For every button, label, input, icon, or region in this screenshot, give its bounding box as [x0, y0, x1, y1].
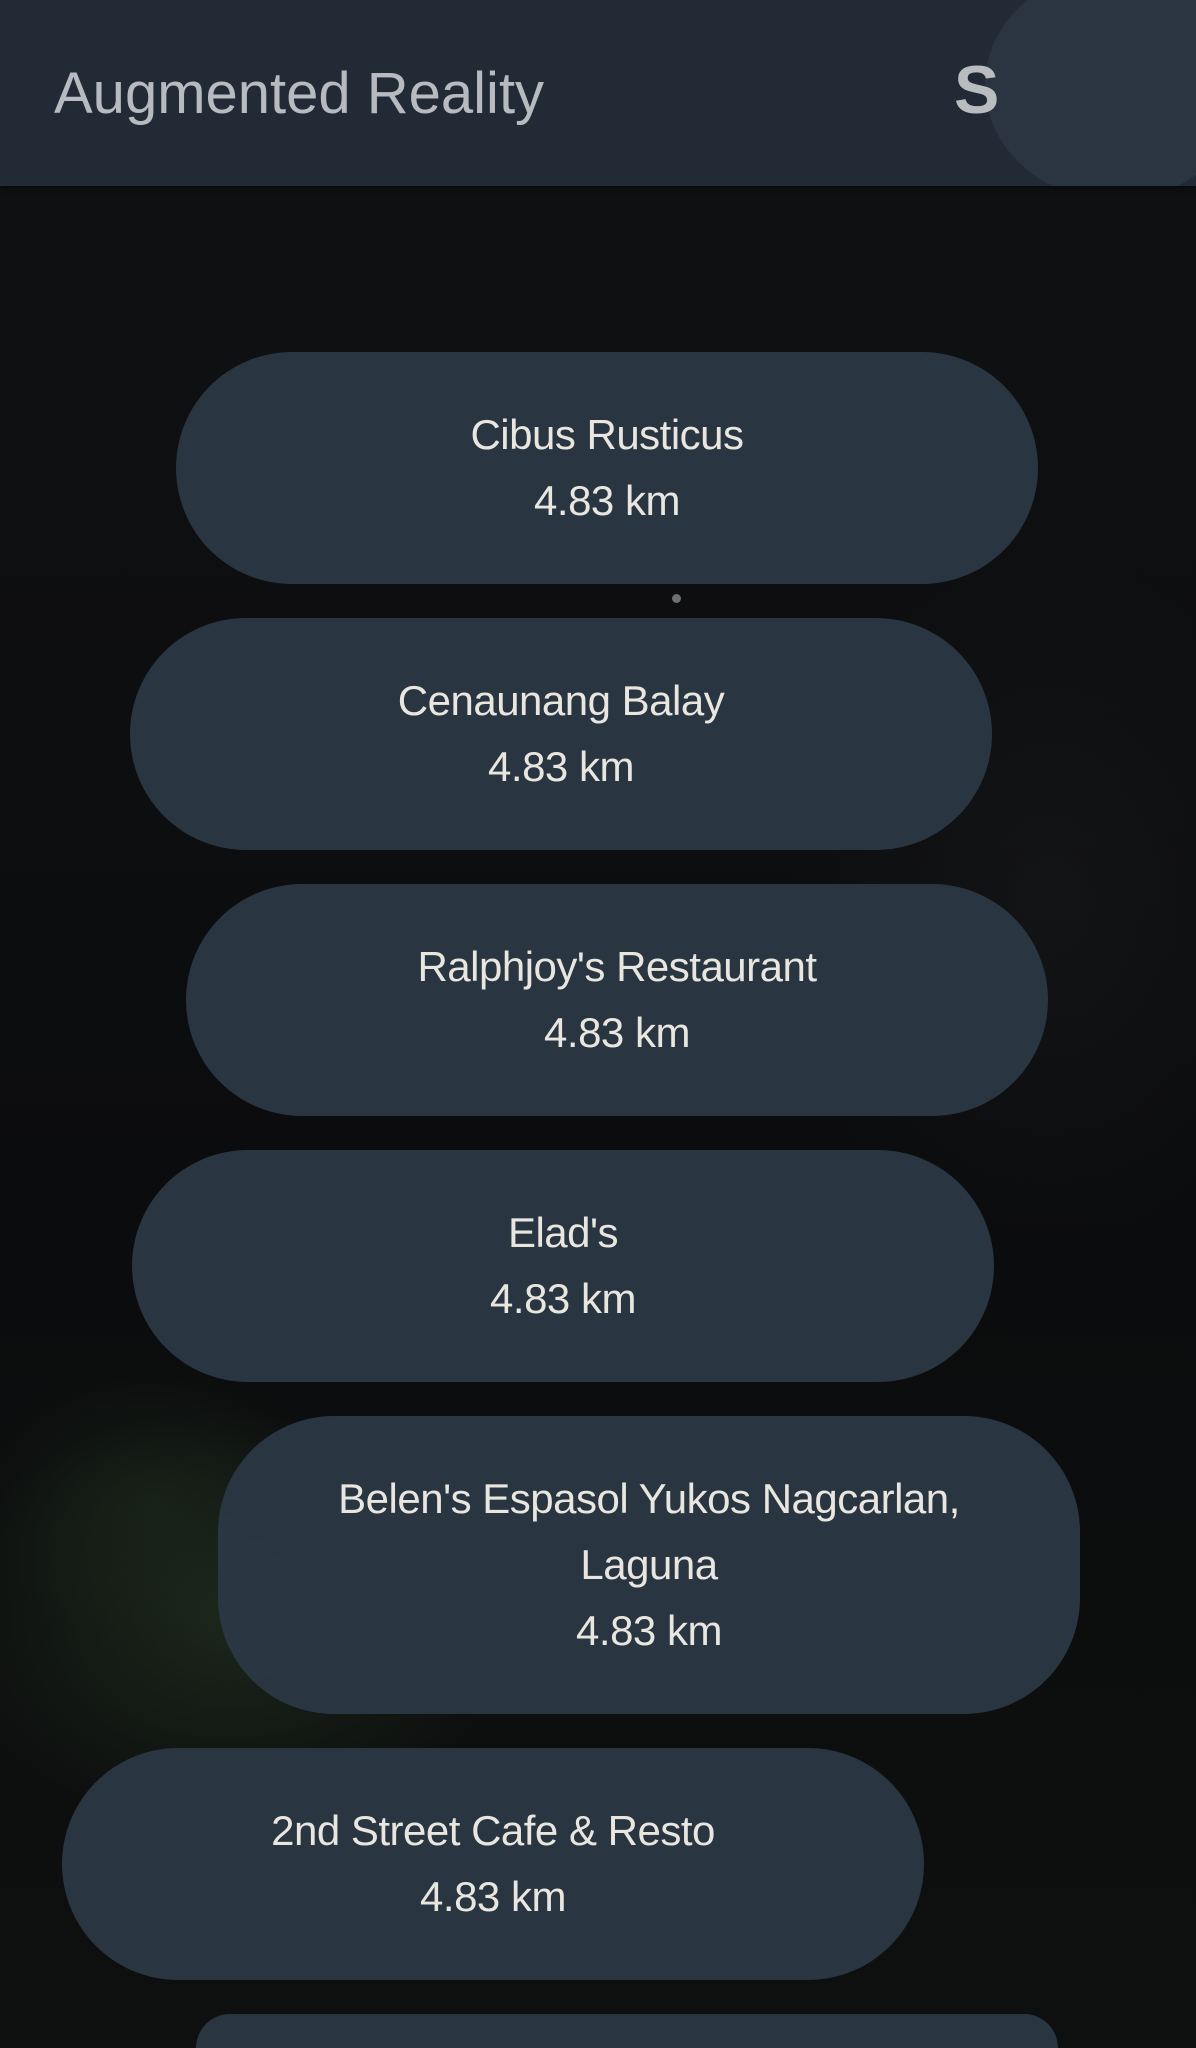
- ar-place-marker-cibus-rusticus[interactable]: Cibus Rusticus 4.83 km: [176, 352, 1038, 584]
- ar-place-marker-ralphjoys-restaurant[interactable]: Ralphjoy's Restaurant 4.83 km: [186, 884, 1048, 1116]
- place-name: Ralphjoy's Restaurant: [417, 943, 817, 990]
- ar-place-marker-elads[interactable]: Elad's 4.83 km: [132, 1150, 994, 1382]
- place-distance: 4.83 km: [544, 1009, 690, 1056]
- ar-place-marker-cenaunang-balay[interactable]: Cenaunang Balay 4.83 km: [130, 618, 992, 850]
- ar-place-marker-2nd-street-cafe[interactable]: 2nd Street Cafe & Resto 4.83 km: [62, 1748, 924, 1980]
- ar-place-marker-belens-espasol[interactable]: Belen's Espasol Yukos Nagcarlan, Laguna …: [218, 1416, 1080, 1714]
- ar-place-marker-partial[interactable]: [196, 2014, 1058, 2048]
- place-distance: 4.83 km: [488, 743, 634, 790]
- place-distance: 4.83 km: [576, 1607, 722, 1654]
- app-bar: Augmented Reality S: [0, 0, 1196, 186]
- place-name: Belen's Espasol Yukos Nagcarlan, Laguna: [338, 1475, 960, 1588]
- place-name: Cibus Rusticus: [470, 411, 744, 458]
- place-name: Elad's: [507, 1209, 619, 1256]
- place-distance: 4.83 km: [420, 1873, 566, 1920]
- camera-speck: [672, 594, 681, 603]
- place-distance: 4.83 km: [490, 1275, 636, 1322]
- place-name: 2nd Street Cafe & Resto: [271, 1807, 715, 1854]
- avatar-letter[interactable]: S: [954, 50, 999, 130]
- place-name: Cenaunang Balay: [397, 677, 725, 724]
- avatar[interactable]: [985, 0, 1196, 186]
- app-title: Augmented Reality: [54, 61, 545, 126]
- place-distance: 4.83 km: [534, 477, 680, 524]
